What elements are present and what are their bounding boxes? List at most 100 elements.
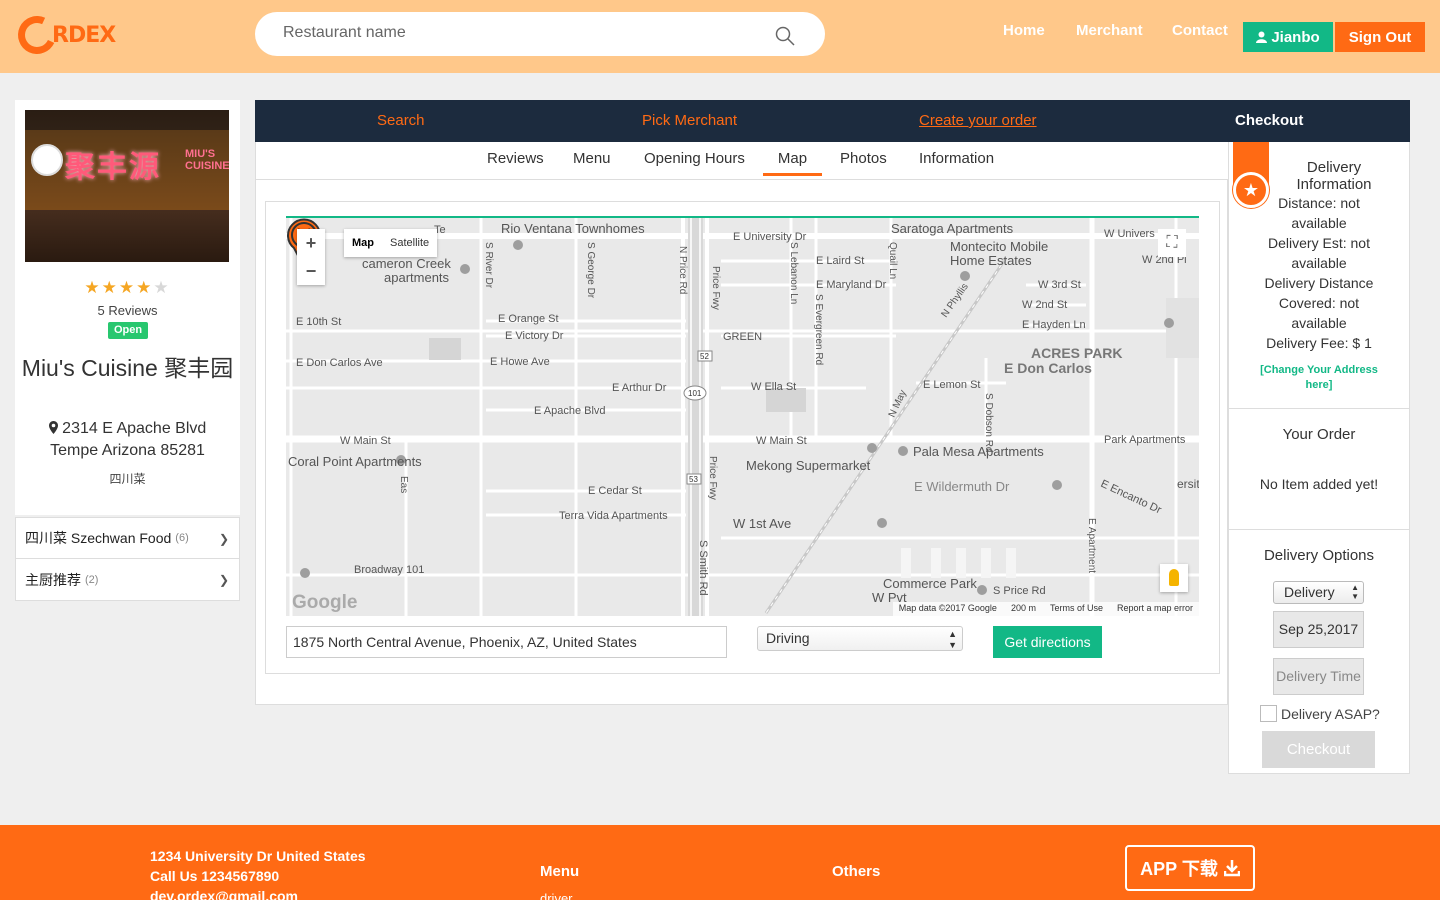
map-label: W 3rd St [1038,279,1081,291]
zoom-in-icon[interactable]: + [297,229,325,257]
category-count: (2) [85,573,99,586]
nav-contact[interactable]: Contact [1172,22,1228,39]
star-icon: ★ [84,278,102,297]
map-label: E Don Carlos Ave [296,357,383,369]
step-checkout[interactable]: Checkout [1235,112,1303,129]
directions-from-input[interactable] [286,626,727,658]
map-label: N Phyllis [939,282,970,320]
checkout-button[interactable]: Checkout [1262,731,1375,768]
footer-email[interactable]: dev.ordex@gmail.com [150,886,366,900]
user-button[interactable]: Jianbo [1243,22,1333,52]
map-data-label: Map data ©2017 Google [898,603,997,613]
tab-opening-hours[interactable]: Opening Hours [644,150,745,167]
google-map[interactable]: 52 101 53 Rio Ventana Townhomes Saratoga… [286,216,1199,616]
delivery-asap-option[interactable]: Delivery ASAP? [1260,705,1380,722]
category-item[interactable]: 四川菜 Szechwan Food (6) ❯ [16,518,239,559]
street-view-pegman-icon[interactable] [1160,564,1188,592]
step-search[interactable]: Search [377,112,425,129]
google-logo: Google [292,592,358,613]
map-attribution: Map data ©2017 Google 200 m Terms of Use… [892,602,1199,616]
restaurant-photo[interactable]: 聚丰源 MIU'S CUISINE [25,110,229,262]
footer-link-driver[interactable]: driver [540,891,573,900]
tab-map[interactable]: Map [763,150,822,176]
tab-information[interactable]: Information [919,150,994,167]
nav-merchant[interactable]: Merchant [1076,22,1143,39]
sign-out-button[interactable]: Sign Out [1335,22,1425,52]
delivery-options-section: Delivery Options Delivery ▲ ▼ Sep 25,2017… [1229,530,1409,774]
map-label: W Main St [756,435,807,447]
terms-link[interactable]: Terms of Use [1050,603,1103,615]
status-badge: Open [108,322,148,339]
zoom-out-icon[interactable]: − [297,257,325,285]
map-label: Montecito Mobile [950,239,1048,254]
shield-53: 53 [689,475,698,484]
restaurant-category: 四川菜 [109,472,146,486]
map-label: E Victory Dr [505,330,564,342]
star-empty-icon: ★ [153,278,171,297]
tab-menu[interactable]: Menu [573,150,611,167]
map-label: S Smith Rd [697,540,709,596]
nav-home[interactable]: Home [1003,22,1045,39]
map-scale[interactable]: 200 m [1011,603,1036,615]
star-icon: ★ [101,278,119,297]
map-canvas[interactable]: 52 101 53 Rio Ventana Townhomes Saratoga… [286,218,1199,616]
get-directions-button[interactable]: Get directions [993,626,1102,658]
your-order-section: Your Order No Item added yet! [1229,409,1409,530]
change-address-link[interactable]: [Change Your Address here] [1259,363,1379,393]
tab-reviews[interactable]: Reviews [487,150,544,167]
map-label: Saratoga Apartments [891,221,1014,236]
map-label: E Cedar St [588,485,642,497]
order-progress-bar: Search Pick Merchant Create your order C… [255,100,1410,142]
rating-stars: ★★★★★ [15,278,240,298]
footer: 1234 University Dr United States Call Us… [0,825,1440,900]
category-item[interactable]: 主厨推荐 (2) ❯ [16,559,239,600]
map-label: ersity Dr [1177,477,1199,491]
search-box [255,12,825,56]
report-error-link[interactable]: Report a map error [1117,603,1193,615]
map-type-satellite[interactable]: Satellite [382,229,437,257]
app-download-button[interactable]: APP 下载 [1125,845,1255,891]
map-label: GREEN [723,331,762,343]
photo-sign-en: MIU'S CUISINE [185,148,229,172]
delivery-date-input[interactable]: Sep 25,2017 [1273,611,1364,648]
search-input[interactable] [283,24,753,42]
address-line1: 2314 E Apache Blvd [62,420,207,437]
map-label: E Encanto Dr [1099,478,1164,517]
delivery-time-input[interactable]: Delivery Time [1273,658,1364,695]
logo-o-icon [12,10,62,60]
map-type-control: Map Satellite [344,229,438,257]
map-label: Park Apartments [1104,434,1186,446]
delivery-line: Covered: not [1278,295,1360,311]
travel-mode-select[interactable]: Driving ▲ ▼ [757,626,963,651]
reviews-count[interactable]: 5 Reviews [15,303,240,318]
tab-photos[interactable]: Photos [840,150,887,167]
delivery-type-select[interactable]: Delivery ▲ ▼ [1273,581,1364,604]
merchant-detail-panel: Reviews Menu Opening Hours Map Photos In… [255,142,1229,705]
select-arrows-icon: ▲ ▼ [948,629,957,650]
map-label: Home Estates [950,253,1032,268]
map-label: W Univers [1104,228,1155,240]
map-label: E Arthur Dr [612,382,667,394]
ordex-logo[interactable]: RDEX [12,10,116,60]
map-label: S Dobson Rd [983,393,994,452]
user-icon [1256,31,1268,43]
map-label: E Maryland Dr [816,279,887,291]
step-create-order[interactable]: Create your order [919,112,1037,129]
step-pick-merchant[interactable]: Pick Merchant [642,112,737,129]
star-icon: ★ [118,278,137,297]
map-type-map[interactable]: Map [344,229,382,257]
map-label: W 1st Ave [733,516,791,531]
app-download-label: APP 下载 [1140,859,1218,879]
map-label: E Apache Blvd [534,405,606,417]
chevron-right-icon: ❯ [218,532,229,546]
user-name: Jianbo [1271,28,1320,46]
map-label: E Don Carlos [1004,360,1092,376]
category-list: 四川菜 Szechwan Food (6) ❯ 主厨推荐 (2) ❯ [15,517,240,601]
map-label: apartments [384,270,450,285]
map-label: Commerce Park [883,576,977,591]
asap-checkbox[interactable] [1260,705,1277,722]
fullscreen-icon[interactable]: ⛶ [1158,229,1186,257]
search-icon[interactable] [775,26,795,46]
detail-tabs: Reviews Menu Opening Hours Map Photos In… [256,142,1229,180]
travel-mode-value: Driving [766,630,810,646]
